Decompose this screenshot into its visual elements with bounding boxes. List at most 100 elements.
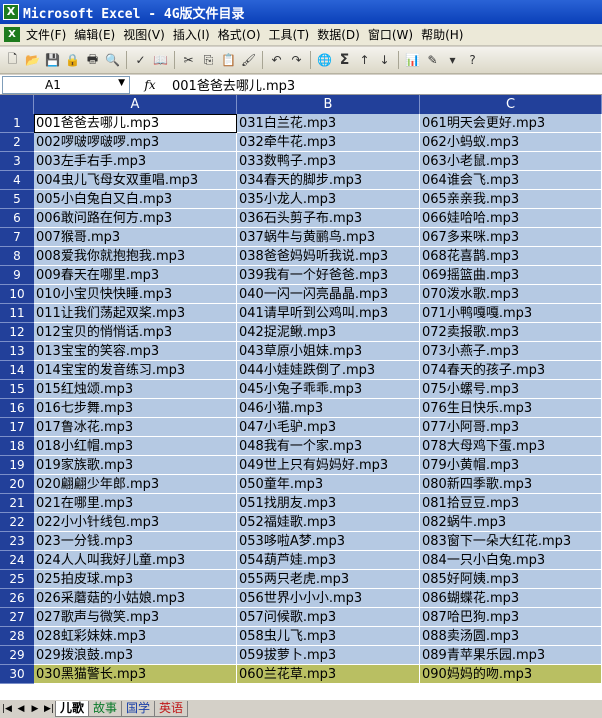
cell-a[interactable]: 008爱我你就抱抱我.mp3 xyxy=(34,247,237,266)
cell-c[interactable]: 077小阿哥.mp3 xyxy=(420,418,602,437)
cell-b[interactable]: 045小兔子乖乖.mp3 xyxy=(237,380,420,399)
cell-c[interactable]: 085好阿姨.mp3 xyxy=(420,570,602,589)
row-header[interactable]: 8 xyxy=(0,247,34,266)
cell-b[interactable]: 053哆啦A梦.mp3 xyxy=(237,532,420,551)
cell-a[interactable]: 007猴哥.mp3 xyxy=(34,228,237,247)
cell-a[interactable]: 015红烛颂.mp3 xyxy=(34,380,237,399)
cell-c[interactable]: 063小老鼠.mp3 xyxy=(420,152,602,171)
chevron-down-icon[interactable]: ▼ xyxy=(118,78,125,88)
row-header[interactable]: 9 xyxy=(0,266,34,285)
cell-c[interactable]: 083窗下一朵大红花.mp3 xyxy=(420,532,602,551)
cell-a[interactable]: 003左手右手.mp3 xyxy=(34,152,237,171)
cell-c[interactable]: 078大母鸡下蛋.mp3 xyxy=(420,437,602,456)
menu-insert[interactable]: 插入(I) xyxy=(173,26,218,43)
permission-icon[interactable]: 🔒 xyxy=(64,52,81,69)
cell-a[interactable]: 004虫儿飞母女双重唱.mp3 xyxy=(34,171,237,190)
cell-b[interactable]: 050童年.mp3 xyxy=(237,475,420,494)
cell-a[interactable]: 016七步舞.mp3 xyxy=(34,399,237,418)
cell-c[interactable]: 070泼水歌.mp3 xyxy=(420,285,602,304)
workbook-icon[interactable]: X xyxy=(4,27,20,42)
redo-icon[interactable]: ↷ xyxy=(288,52,305,69)
cell-b[interactable]: 049世上只有妈妈好.mp3 xyxy=(237,456,420,475)
cell-a[interactable]: 021在哪里.mp3 xyxy=(34,494,237,513)
cell-b[interactable]: 037蜗牛与黄鹂鸟.mp3 xyxy=(237,228,420,247)
row-header[interactable]: 27 xyxy=(0,608,34,627)
row-header[interactable]: 15 xyxy=(0,380,34,399)
sheet-tab-3[interactable]: 国学 xyxy=(121,701,156,717)
cell-a[interactable]: 022小小针线包.mp3 xyxy=(34,513,237,532)
format-painter-icon[interactable]: 🖌 xyxy=(240,52,257,69)
cell-b[interactable]: 056世界小小小.mp3 xyxy=(237,589,420,608)
row-header[interactable]: 20 xyxy=(0,475,34,494)
row-header[interactable]: 5 xyxy=(0,190,34,209)
row-header[interactable]: 2 xyxy=(0,133,34,152)
chart-wizard-icon[interactable]: 📊 xyxy=(404,52,421,69)
research-icon[interactable]: 📖 xyxy=(152,52,169,69)
cell-c[interactable]: 071小鸭嘎嘎.mp3 xyxy=(420,304,602,323)
cell-b[interactable]: 039我有一个好爸爸.mp3 xyxy=(237,266,420,285)
menu-tools[interactable]: 工具(T) xyxy=(269,26,318,43)
cell-c[interactable]: 082蜗牛.mp3 xyxy=(420,513,602,532)
new-icon[interactable]: 🗋 xyxy=(4,52,21,69)
sheet-tab-4[interactable]: 英语 xyxy=(154,701,189,717)
cell-c[interactable]: 074春天的孩子.mp3 xyxy=(420,361,602,380)
cell-c[interactable]: 089青苹果乐园.mp3 xyxy=(420,646,602,665)
next-sheet-icon[interactable]: ▶ xyxy=(28,704,42,714)
cell-a[interactable]: 029拨浪鼓.mp3 xyxy=(34,646,237,665)
cell-c[interactable]: 086蝴蝶花.mp3 xyxy=(420,589,602,608)
sort-ascending-icon[interactable]: ↑ xyxy=(356,52,373,69)
row-header[interactable]: 16 xyxy=(0,399,34,418)
row-header[interactable]: 18 xyxy=(0,437,34,456)
cell-b[interactable]: 031白兰花.mp3 xyxy=(237,114,420,133)
row-header[interactable]: 26 xyxy=(0,589,34,608)
row-header[interactable]: 7 xyxy=(0,228,34,247)
row-header[interactable]: 6 xyxy=(0,209,34,228)
row-header[interactable]: 3 xyxy=(0,152,34,171)
cell-b[interactable]: 033数鸭子.mp3 xyxy=(237,152,420,171)
cell-c[interactable]: 065亲亲我.mp3 xyxy=(420,190,602,209)
row-header[interactable]: 19 xyxy=(0,456,34,475)
cell-b[interactable]: 043草原小姐妹.mp3 xyxy=(237,342,420,361)
row-header[interactable]: 24 xyxy=(0,551,34,570)
cell-c[interactable]: 090妈妈的吻.mp3 xyxy=(420,665,602,684)
insert-function-icon[interactable]: fx xyxy=(130,78,170,92)
cell-c[interactable]: 084一只小白兔.mp3 xyxy=(420,551,602,570)
cell-b[interactable]: 054葫芦娃.mp3 xyxy=(237,551,420,570)
cell-b[interactable]: 034春天的脚步.mp3 xyxy=(237,171,420,190)
cell-c[interactable]: 067多来咪.mp3 xyxy=(420,228,602,247)
row-header[interactable]: 17 xyxy=(0,418,34,437)
menu-file[interactable]: 文件(F) xyxy=(26,26,74,43)
cell-c[interactable]: 062小蚂蚁.mp3 xyxy=(420,133,602,152)
row-header[interactable]: 30 xyxy=(0,665,34,684)
cell-b[interactable]: 051找朋友.mp3 xyxy=(237,494,420,513)
excel-app-icon[interactable]: X xyxy=(3,4,19,20)
cell-a[interactable]: 005小白兔白又白.mp3 xyxy=(34,190,237,209)
menu-view[interactable]: 视图(V) xyxy=(123,26,173,43)
help-icon[interactable]: ? xyxy=(464,52,481,69)
cell-a[interactable]: 023一分钱.mp3 xyxy=(34,532,237,551)
cell-b[interactable]: 044小娃娃跌倒了.mp3 xyxy=(237,361,420,380)
last-sheet-icon[interactable]: ▶| xyxy=(42,704,56,714)
spelling-icon[interactable]: ✓ xyxy=(132,52,149,69)
prev-sheet-icon[interactable]: ◀ xyxy=(14,704,28,714)
menu-help[interactable]: 帮助(H) xyxy=(421,26,471,43)
row-header[interactable]: 4 xyxy=(0,171,34,190)
cell-c[interactable]: 069摇篮曲.mp3 xyxy=(420,266,602,285)
row-header[interactable]: 11 xyxy=(0,304,34,323)
cell-a[interactable]: 017鲁冰花.mp3 xyxy=(34,418,237,437)
save-icon[interactable]: 💾 xyxy=(44,52,61,69)
print-icon[interactable]: 🖶 xyxy=(84,52,101,69)
row-header[interactable]: 10 xyxy=(0,285,34,304)
cell-c[interactable]: 075小螺号.mp3 xyxy=(420,380,602,399)
cell-a[interactable]: 024人人叫我好儿童.mp3 xyxy=(34,551,237,570)
cell-c[interactable]: 061明天会更好.mp3 xyxy=(420,114,602,133)
cell-c[interactable]: 072卖报歌.mp3 xyxy=(420,323,602,342)
zoom-dropdown[interactable]: ▾ xyxy=(444,52,461,69)
cell-b[interactable]: 055两只老虎.mp3 xyxy=(237,570,420,589)
cell-a[interactable]: 026采蘑菇的小姑娘.mp3 xyxy=(34,589,237,608)
name-box[interactable]: A1 ▼ xyxy=(2,75,130,94)
cell-a[interactable]: 027歌声与微笑.mp3 xyxy=(34,608,237,627)
row-header[interactable]: 23 xyxy=(0,532,34,551)
menu-data[interactable]: 数据(D) xyxy=(317,26,368,43)
undo-icon[interactable]: ↶ xyxy=(268,52,285,69)
